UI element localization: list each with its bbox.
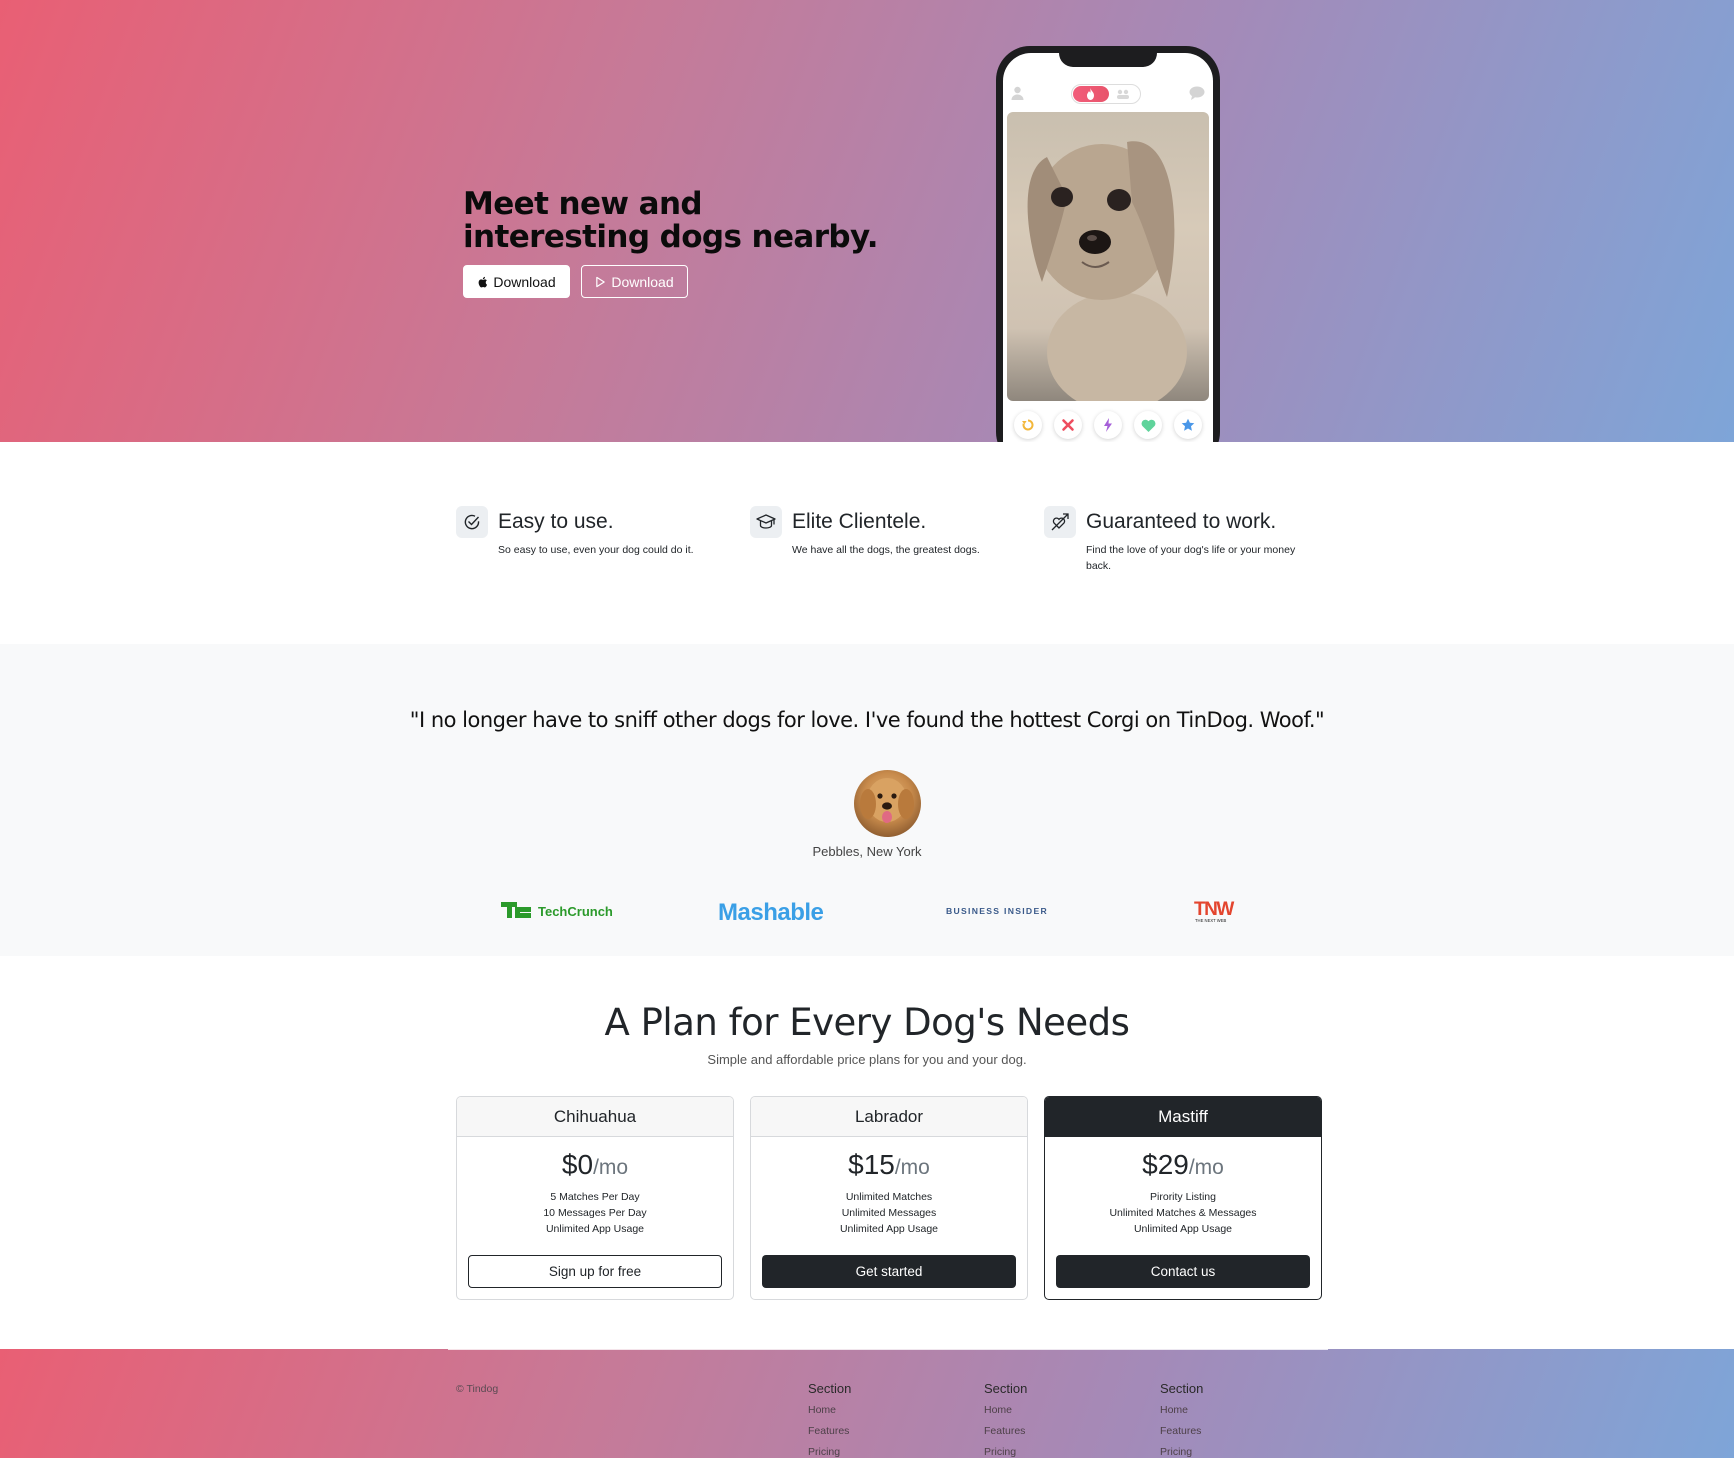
testimonial-section: "I no longer have to sniff other dogs fo… [0,644,1734,956]
footer-link-pricing[interactable]: Pricing [1160,1442,1280,1458]
feature-title: Elite Clientele. [792,510,927,533]
check-circle-icon [456,506,488,538]
phone-notch [1059,53,1157,67]
heart-icon [1141,419,1155,432]
plan-perk: 5 Matches Per Day [550,1191,640,1203]
star-icon [1181,418,1195,431]
feature-text: We have all the dogs, the greatest dogs. [792,544,980,556]
hero-headline: Meet new and interesting dogs nearby. [463,186,879,255]
heart-arrow-icon [1044,506,1076,538]
footer: © Tindog Section Home Features Pricing S… [0,1349,1734,1458]
phone-screen [1003,53,1213,442]
plan-card-labrador: Labrador $15/mo Unlimited Matches Unlimi… [750,1096,1028,1300]
footer-column: Section Home Features Pricing [1160,1381,1280,1458]
chat-icon [1189,86,1205,100]
apple-download-button[interactable]: Download [463,265,570,298]
press-name: Mashable [718,899,824,926]
nope-button[interactable] [1054,411,1082,439]
phone-mockup [996,46,1220,442]
plan-perk: Pirority Listing [1150,1191,1216,1203]
like-button[interactable] [1134,411,1162,439]
footer-link-pricing[interactable]: Pricing [808,1442,928,1458]
apple-icon [478,276,488,287]
plan-card-chihuahua: Chihuahua $0/mo 5 Matches Per Day 10 Mes… [456,1096,734,1300]
press-logo-business-insider: BUSINESS INSIDER [946,898,1052,922]
plan-perk: Unlimited App Usage [839,1223,939,1235]
copyright: © Tindog [456,1383,499,1395]
footer-link-pricing[interactable]: Pricing [984,1442,1104,1458]
plan-perks: Unlimited Matches Unlimited Messages Unl… [751,1189,1027,1237]
profile-icon [1011,86,1024,100]
footer-divider [448,1349,1328,1350]
plan-perks: 5 Matches Per Day 10 Messages Per Day Un… [457,1189,733,1237]
footer-link-features[interactable]: Features [808,1421,928,1442]
footer-column: Section Home Features Pricing [984,1381,1104,1458]
press-name: BUSINESS INSIDER [946,906,1048,916]
dog-profile-photo [1007,112,1209,401]
hero-section: Meet new and interesting dogs nearby. Do… [0,0,1734,442]
sign-up-free-button[interactable]: Sign up for free [468,1255,722,1288]
press-subname: THE NEXT WEB [1195,918,1227,923]
dog-illustration [1027,141,1187,401]
testimonial-quote: "I no longer have to sniff other dogs fo… [409,708,1325,732]
features-section: Easy to use. So easy to use, even your d… [0,442,1734,644]
plan-card-mastiff: Mastiff $29/mo Pirority Listing Unlimite… [1044,1096,1322,1300]
plan-name: Mastiff [1045,1097,1321,1137]
play-download-label: Download [611,273,674,290]
golden-retriever-icon [860,778,914,823]
plan-perk: Unlimited App Usage [545,1223,645,1235]
footer-column-title: Section [808,1381,852,1396]
app-mode-toggle [1071,84,1141,104]
plan-price: $29/mo [1142,1149,1224,1180]
plan-perk: Unlimited Messages [841,1207,937,1219]
google-play-download-button[interactable]: Download [581,265,688,298]
press-logo-mashable: Mashable [718,898,838,926]
feature-title: Guaranteed to work. [1086,510,1277,533]
footer-link-home[interactable]: Home [1160,1400,1280,1421]
press-name: TechCrunch [538,904,613,919]
pricing-title: A Plan for Every Dog's Needs [604,1001,1130,1044]
plan-perk: 10 Messages Per Day [543,1207,647,1219]
feature-text: Find the love of your dog's life or your… [1086,544,1296,572]
footer-column-title: Section [1160,1381,1204,1396]
lightning-icon [1104,418,1112,432]
feature-text: So easy to use, even your dog could do i… [498,544,694,556]
feature-title: Easy to use. [498,510,614,533]
rewind-button[interactable] [1014,411,1042,439]
footer-column: Section Home Features Pricing [808,1381,928,1458]
plan-name: Chihuahua [457,1097,733,1137]
plan-perk: Unlimited App Usage [1133,1223,1233,1235]
flame-icon [1087,88,1094,100]
footer-link-features[interactable]: Features [1160,1421,1280,1442]
plan-price: $0/mo [561,1149,629,1180]
pricing-subtitle: Simple and affordable price plans for yo… [707,1052,1027,1067]
super-like-button[interactable] [1174,411,1202,439]
google-play-icon [596,276,606,287]
swipe-actions [1003,411,1213,441]
plan-perks: Pirority Listing Unlimited Matches & Mes… [1045,1189,1321,1237]
boost-button[interactable] [1094,411,1122,439]
footer-link-features[interactable]: Features [984,1421,1104,1442]
press-name: TNW [1194,899,1234,920]
footer-column-title: Section [984,1381,1028,1396]
group-icon [1117,89,1129,99]
plan-perk: Unlimited Matches & Messages [1109,1207,1257,1219]
contact-us-button[interactable]: Contact us [1056,1255,1310,1288]
plan-perk: Unlimited Matches [845,1191,933,1203]
apple-download-label: Download [493,273,556,290]
close-icon [1062,419,1074,431]
rewind-icon [1022,419,1034,431]
plan-name: Labrador [751,1097,1027,1137]
press-logo-techcrunch: TechCrunch [501,898,616,922]
graduation-cap-icon [750,506,782,538]
press-logo-tnw: TNW THE NEXT WEB [1194,898,1244,923]
footer-link-home[interactable]: Home [808,1400,928,1421]
plan-price: $15/mo [848,1149,930,1180]
pricing-section: A Plan for Every Dog's Needs Simple and … [0,956,1734,1349]
get-started-button[interactable]: Get started [762,1255,1016,1288]
footer-link-home[interactable]: Home [984,1400,1104,1421]
app-top-bar [1003,83,1213,105]
avatar [854,770,921,837]
testimonial-author: Pebbles, New York [812,844,922,859]
